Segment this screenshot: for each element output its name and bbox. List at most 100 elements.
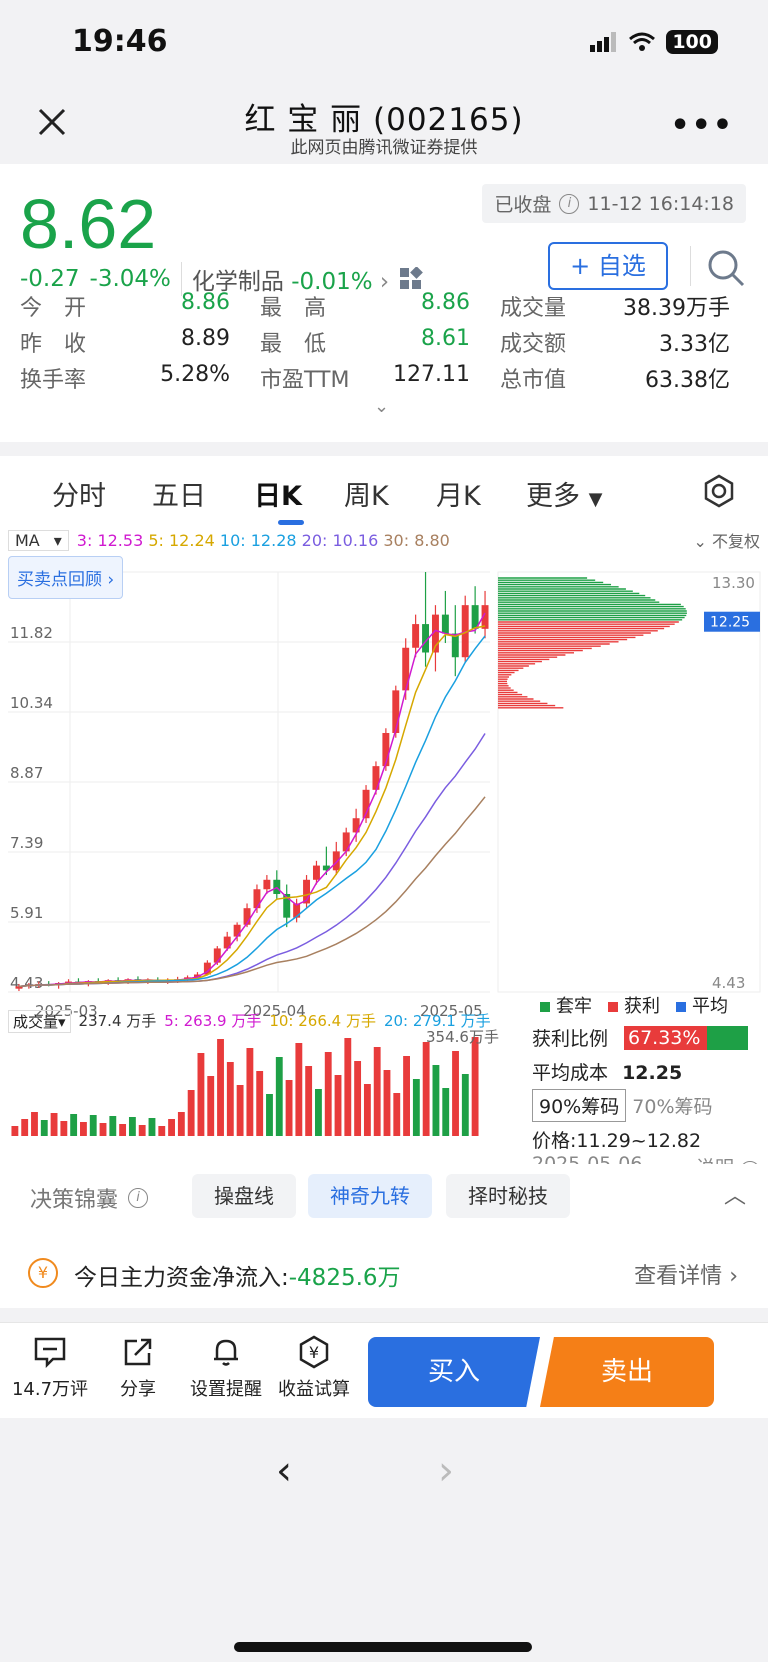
strategy-button-trade-line[interactable]: 操盘线 (192, 1174, 296, 1218)
volume-bar (442, 1088, 450, 1136)
info-icon[interactable]: i (128, 1188, 149, 1208)
strategy-button-timing[interactable]: 择时秘技 (446, 1174, 570, 1218)
y-tick-label: 10.34 (10, 694, 53, 712)
volume-bar (70, 1114, 78, 1136)
trade-replay-button[interactable]: 买卖点回顾 › (8, 556, 124, 599)
candle-body (392, 690, 400, 733)
stat-value: 8.86 (181, 290, 230, 315)
candle-body (441, 614, 449, 634)
ma3-line (18, 612, 486, 988)
comments-button[interactable]: 14.7万评 (4, 1335, 96, 1401)
volume-bar (275, 1057, 283, 1136)
tab-five-day[interactable]: 五日 (152, 474, 206, 513)
volume-bar (99, 1123, 107, 1136)
tab-more[interactable]: 更多 ▼ (526, 474, 602, 513)
volume-bar (403, 1056, 410, 1136)
volume-bar (324, 1052, 332, 1136)
ma-select[interactable]: MA ▾ (8, 529, 69, 551)
divider (690, 246, 691, 286)
kline-chart[interactable]: 13.3011.8210.348.877.395.914.432025-0320… (0, 552, 768, 1022)
yen-hexagon-icon: ¥ (299, 1335, 329, 1369)
chevron-right-icon: › (729, 1264, 738, 1289)
stat-row: 昨 收 8.89 最 低 8.61 成交额 3.33亿 (20, 324, 748, 360)
chip90-button[interactable]: 90%筹码 (532, 1089, 627, 1122)
stat-label: 成交额 (500, 332, 567, 357)
page-subtitle: 此网页由腾讯微证券提供 (290, 138, 478, 158)
avg-cost-value: 12.25 (622, 1062, 683, 1084)
fund-detail-link[interactable]: 查看详情 › (634, 1258, 738, 1290)
volume-bar (246, 1048, 254, 1136)
back-arrow-icon[interactable]: ‹ (276, 1448, 292, 1494)
stat-label: 成交量 (500, 296, 567, 321)
quote-stats: 今 开 8.86 最 高 8.86 成交量 38.39万手昨 收 8.89 最 低 8.61 成交… (20, 288, 748, 396)
chip-info: 获利比例 67.33% 平均成本 12.25 90%筹码 70%筹码 价格:11… (532, 1024, 760, 1181)
fund-flow-text: 今日主力资金净流入:-4825.6万 (74, 1258, 401, 1292)
ma10-line (18, 635, 486, 988)
caret-down-icon: ▼ (588, 489, 603, 510)
volume-bar (256, 1071, 264, 1136)
strategy-row: 决策锦囊 i 操盘线 神奇九转 择时秘技 ︿ (0, 1164, 768, 1226)
stat-cell: 最 高 8.86 (260, 290, 470, 322)
profit-ratio-label: 获利比例 (532, 1028, 609, 1050)
volume-chart[interactable]: 354.6万手 (0, 1028, 520, 1140)
forward-arrow-icon[interactable]: › (438, 1448, 454, 1494)
tab-weekly-k[interactable]: 周K (344, 474, 389, 513)
bottom-bar: 14.7万评 分享 设置提醒 ¥ 收益试算 买入 卖出 (0, 1322, 768, 1418)
tab-monthly-k[interactable]: 月K (436, 474, 481, 513)
volume-bar (11, 1126, 19, 1136)
stat-cell: 总市值 63.38亿 (500, 362, 730, 394)
add-favorite-button[interactable]: + 自选 (548, 242, 668, 290)
volume-bar (452, 1051, 459, 1136)
chip70-button[interactable]: 70%筹码 (632, 1096, 712, 1118)
volume-bar (305, 1066, 313, 1136)
stat-value: 38.39万手 (623, 296, 730, 321)
stat-label: 最 低 (260, 332, 327, 357)
alert-button[interactable]: 设置提醒 (180, 1335, 272, 1401)
volume-bar (128, 1117, 136, 1136)
stat-value: 5.28% (160, 362, 230, 387)
info-icon[interactable]: i (559, 193, 580, 214)
stat-label: 总市值 (500, 368, 567, 393)
ma-bar: MA ▾ 3: 12.53 5: 12.24 10: 12.28 20: 10.1… (8, 528, 760, 552)
tab-intraday[interactable]: 分时 (52, 474, 106, 513)
volume-bar (177, 1112, 185, 1136)
volume-bar (89, 1115, 97, 1136)
more-icon[interactable]: ••• (670, 108, 734, 143)
alert-label: 设置提醒 (190, 1379, 262, 1400)
expand-chevron-icon[interactable]: ⌄ (374, 396, 389, 417)
volume-bar (422, 1042, 430, 1136)
adjust-select[interactable]: ⌄ 不复权 (693, 528, 760, 552)
collapse-chevron-icon[interactable]: ︿ (724, 1178, 746, 1210)
comment-icon (34, 1337, 66, 1369)
volume-bar (295, 1043, 303, 1136)
volume-bar (109, 1116, 117, 1136)
legend-trapped: 套牢 (540, 992, 592, 1018)
strategy-button-nine-turn[interactable]: 神奇九转 (308, 1174, 432, 1218)
legend-average-label: 平均 (692, 996, 728, 1017)
stat-label: 换手率 (20, 368, 87, 393)
volume-bar (334, 1075, 342, 1136)
search-icon[interactable] (706, 248, 746, 288)
stat-cell: 成交额 3.33亿 (500, 326, 730, 358)
status-time: 19:46 (72, 24, 168, 59)
fund-flow-row[interactable]: ¥ 今日主力资金净流入:-4825.6万 查看详情 › (0, 1240, 768, 1308)
tab-daily-k[interactable]: 日K (254, 474, 302, 513)
profit-calc-button[interactable]: ¥ 收益试算 (268, 1335, 360, 1401)
buy-button[interactable]: 买入 (368, 1337, 540, 1407)
volume-bar (138, 1125, 146, 1136)
share-button[interactable]: 分享 (92, 1335, 184, 1401)
settings-icon[interactable] (702, 474, 736, 508)
legend-profit: 获利 (608, 992, 660, 1018)
volume-bar (432, 1065, 440, 1136)
share-label: 分享 (120, 1379, 156, 1400)
ma10-value: 10: 12.28 (219, 530, 297, 550)
stat-label: 最 高 (260, 296, 327, 321)
bell-icon (214, 1339, 238, 1366)
trade-replay-label: 买卖点回顾 (17, 570, 102, 590)
sell-button[interactable]: 卖出 (540, 1337, 714, 1407)
quote-panel: 8.62 已收盘 i 11-12 16:14:18 -0.27 -3.04% 化… (0, 164, 768, 442)
stat-cell: 换手率 5.28% (20, 362, 230, 394)
chevron-down-icon: ⌄ (693, 532, 707, 551)
candle-body (213, 948, 221, 963)
volume-bar (217, 1039, 224, 1136)
